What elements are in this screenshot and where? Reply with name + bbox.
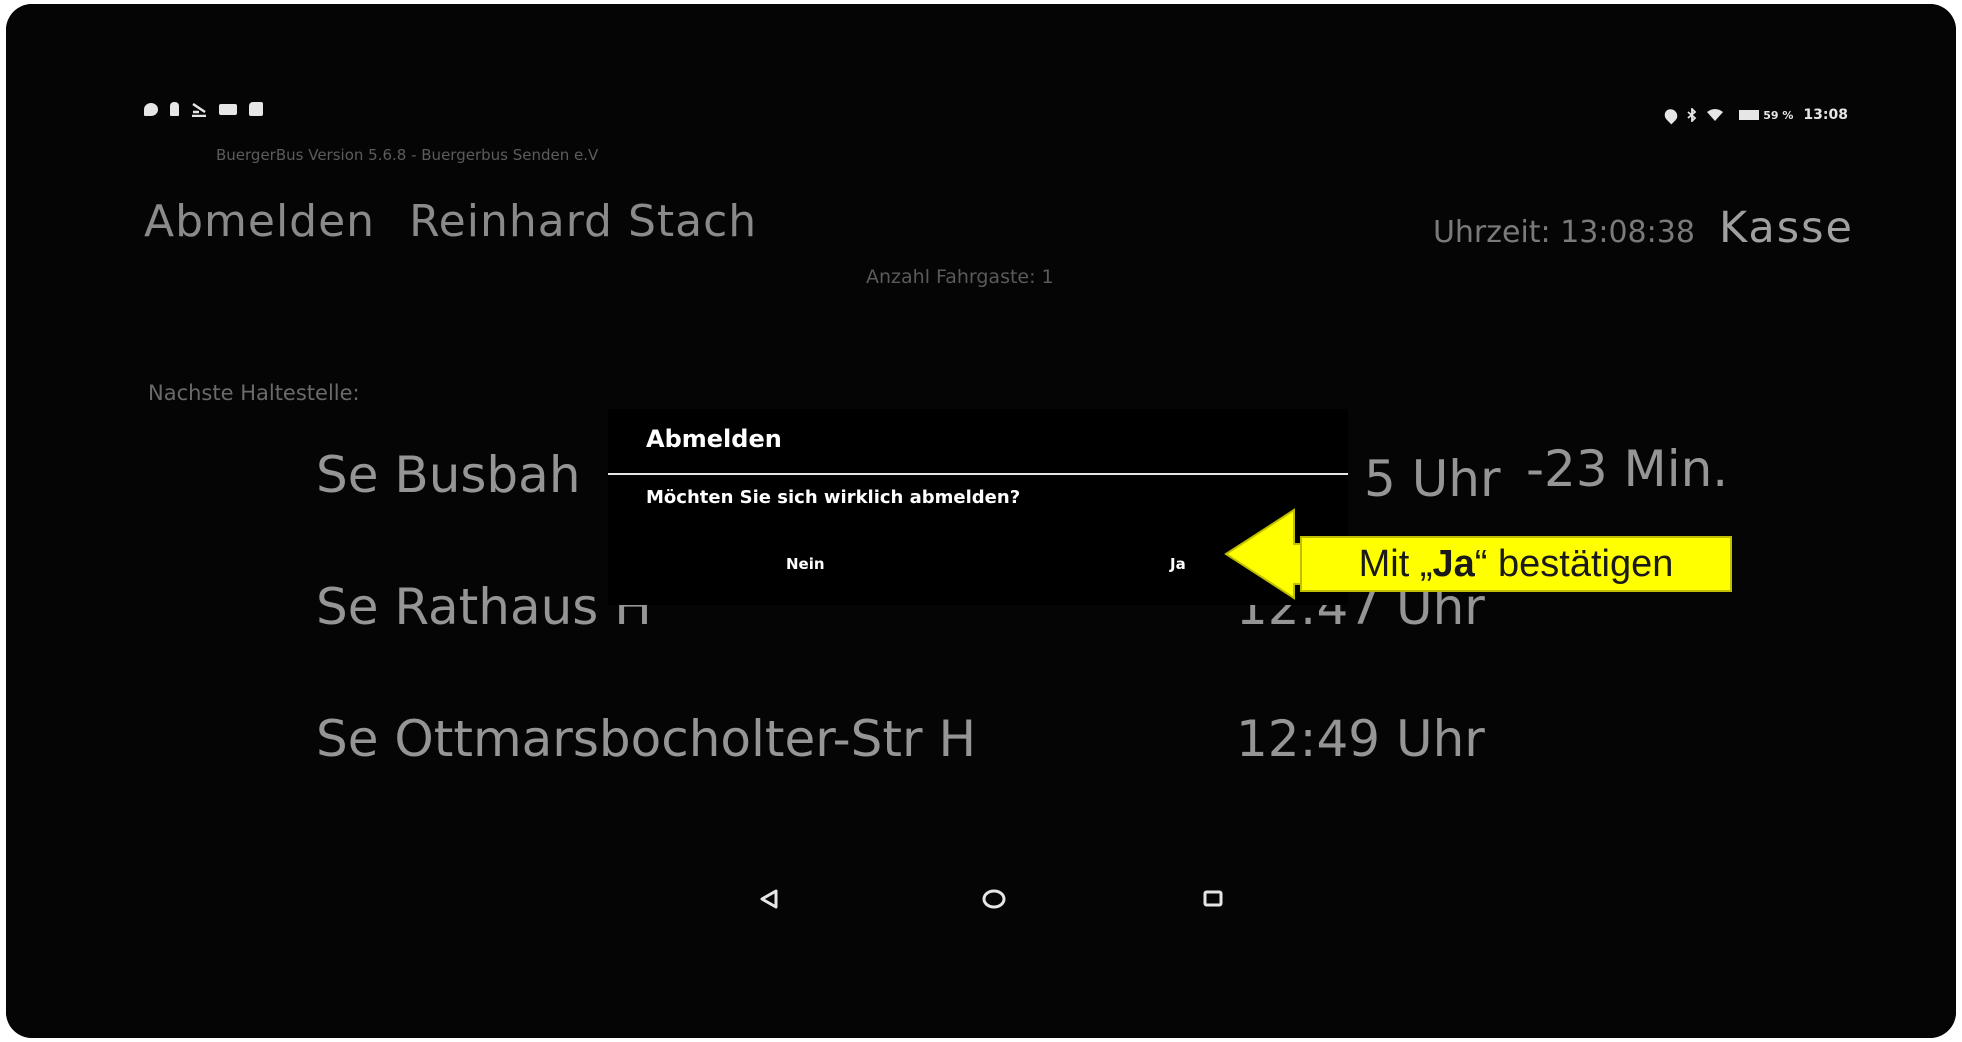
app-version: BuergerBus Version 5.6.8 - Buergerbus Se… xyxy=(216,146,599,164)
dialog-message: Möchten Sie sich wirklich abmelden? xyxy=(646,487,1021,508)
back-icon[interactable] xyxy=(758,888,780,914)
stop-time: 5 Uhr xyxy=(1364,450,1501,508)
user-name: Reinhard Stach xyxy=(409,196,758,247)
download-icon xyxy=(191,102,207,118)
recents-icon[interactable] xyxy=(1202,888,1224,914)
status-bar-left xyxy=(144,102,263,118)
clock-display: Uhrzeit: 13:08:38 xyxy=(1432,215,1695,250)
status-time: 13:08 xyxy=(1803,107,1848,123)
yes-button[interactable]: Ja xyxy=(1170,555,1186,573)
passenger-count: Anzahl Fahrgaste: 1 xyxy=(866,266,1054,288)
dialog-title: Abmelden xyxy=(646,425,782,453)
stop-time: 12:49 Uhr xyxy=(1236,710,1485,768)
annotation-prefix: Mit „ xyxy=(1358,542,1433,585)
stop-name: Se Busbah xyxy=(316,446,581,504)
wifi-icon xyxy=(1707,109,1724,121)
stop-name: Se Rathaus H xyxy=(316,578,652,636)
bluetooth-icon xyxy=(1687,106,1697,124)
dialog-divider xyxy=(608,473,1348,475)
person-icon xyxy=(170,102,179,116)
next-stop-label: Nachste Haltestelle: xyxy=(148,381,360,405)
annotation-suffix: “ bestätigen xyxy=(1474,542,1674,585)
logout-button[interactable]: Abmelden xyxy=(144,196,375,247)
no-button[interactable]: Nein xyxy=(786,555,825,573)
battery-icon xyxy=(1739,110,1760,120)
annotation-callout: Mit „ Ja “ bestätigen xyxy=(1224,508,1760,600)
stop-name: Se Ottmarsbocholter-Str H xyxy=(316,710,977,768)
battery-percent: 59 % xyxy=(1763,108,1794,122)
sd-card-icon xyxy=(249,102,263,116)
annotation-text: Mit „ Ja “ bestätigen xyxy=(1300,536,1732,592)
chat-icon xyxy=(144,102,158,116)
keyboard-icon xyxy=(219,103,237,115)
header-right: Uhrzeit: 13:08:38 Kasse xyxy=(1433,203,1854,253)
annotation-bold: Ja xyxy=(1432,542,1475,585)
header-left: Abmelden Reinhard Stach xyxy=(144,196,757,247)
home-icon[interactable] xyxy=(982,888,1006,914)
status-bar-right: 59 % 13:08 xyxy=(1662,106,1848,124)
stop-delay: -23 Min. xyxy=(1526,440,1729,498)
kasse-button[interactable]: Kasse xyxy=(1719,203,1854,253)
location-icon xyxy=(1662,106,1681,124)
